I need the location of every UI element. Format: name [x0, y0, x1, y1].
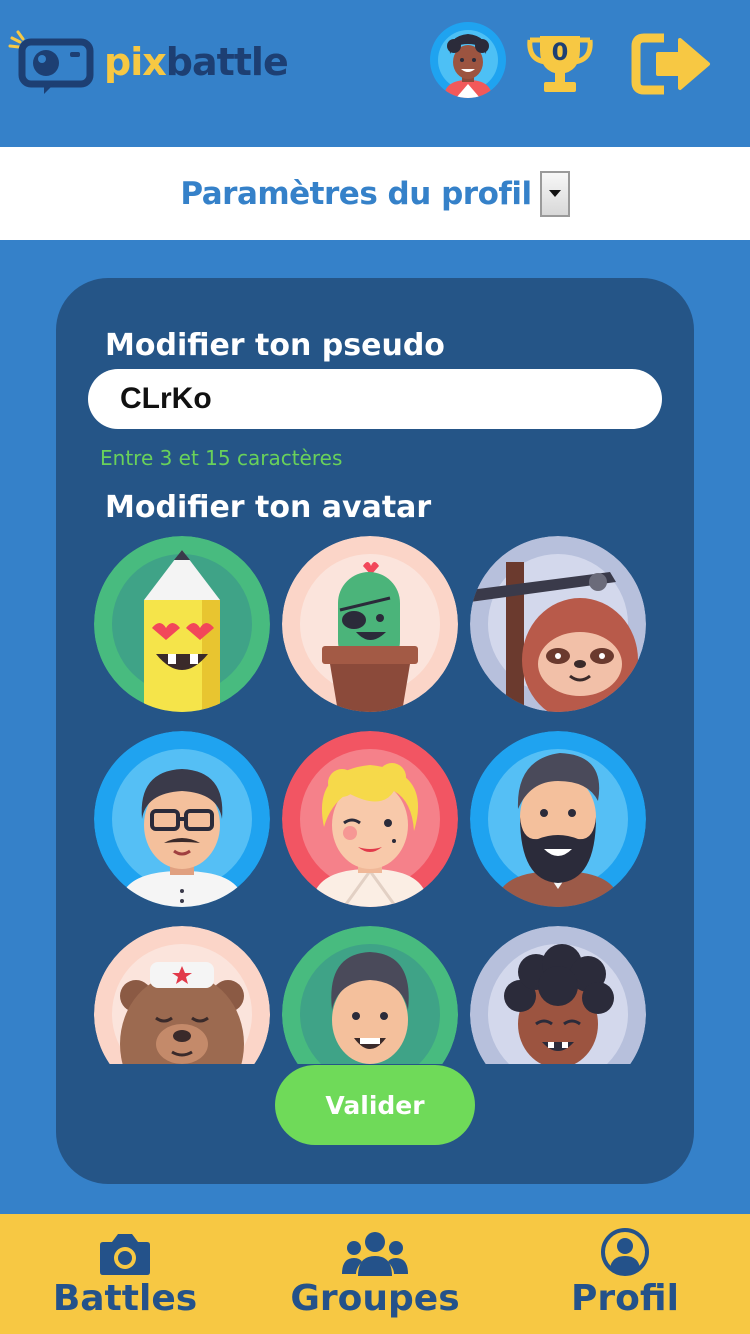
nav-groups-label: Groupes — [290, 1278, 460, 1319]
smiling-man-avatar[interactable] — [282, 926, 458, 1064]
nav-battles-label: Battles — [52, 1278, 198, 1319]
cactus-avatar[interactable] — [282, 536, 458, 712]
title-dropdown-button[interactable] — [539, 170, 570, 217]
camera-icon — [100, 1234, 150, 1275]
nav-groups[interactable]: Groupes — [250, 1228, 500, 1332]
logout-icon — [631, 33, 710, 95]
pixbattle-logo[interactable]: pixbattle — [8, 30, 308, 100]
app-header: pixbattle 0 — [0, 0, 750, 147]
user-avatar[interactable] — [430, 22, 506, 98]
camera-logo-icon — [8, 30, 94, 94]
page-title: Paramètres du profil — [180, 175, 532, 212]
logout-button[interactable] — [630, 32, 714, 96]
bearded-man-avatar[interactable] — [470, 731, 646, 907]
bear-avatar[interactable] — [94, 926, 270, 1064]
logo-pix-text: pix — [104, 40, 167, 84]
user-circle-icon — [601, 1228, 649, 1276]
nav-profile-label: Profil — [571, 1278, 679, 1319]
blonde-woman-avatar[interactable] — [282, 731, 458, 907]
pencil-avatar[interactable] — [94, 536, 270, 712]
bottom-navigation: Battles Groupes Profil — [0, 1214, 750, 1334]
profile-settings-card: Modifier ton pseudo Entre 3 et 15 caract… — [56, 278, 694, 1184]
validate-button[interactable]: Valider — [275, 1065, 475, 1145]
logo-wordmark: pixbattle — [104, 40, 289, 84]
avatar-grid[interactable] — [88, 536, 662, 1064]
glasses-man-avatar[interactable] — [94, 731, 270, 907]
trophy-score[interactable]: 0 — [524, 34, 596, 96]
pseudo-label: Modifier ton pseudo — [105, 328, 445, 363]
avatar-label: Modifier ton avatar — [105, 490, 432, 525]
nav-profile[interactable]: Profil — [500, 1228, 750, 1332]
users-icon — [342, 1232, 408, 1276]
pseudo-input[interactable] — [88, 369, 662, 429]
chevron-down-icon — [548, 190, 561, 197]
nav-battles[interactable]: Battles — [0, 1228, 250, 1332]
sloth-avatar[interactable] — [470, 536, 646, 712]
trophy-count: 0 — [551, 38, 569, 66]
page-title-bar: Paramètres du profil — [0, 147, 750, 240]
pseudo-hint: Entre 3 et 15 caractères — [100, 446, 343, 470]
curly-hair-avatar[interactable] — [470, 926, 646, 1064]
logo-battle-text: battle — [165, 40, 289, 84]
